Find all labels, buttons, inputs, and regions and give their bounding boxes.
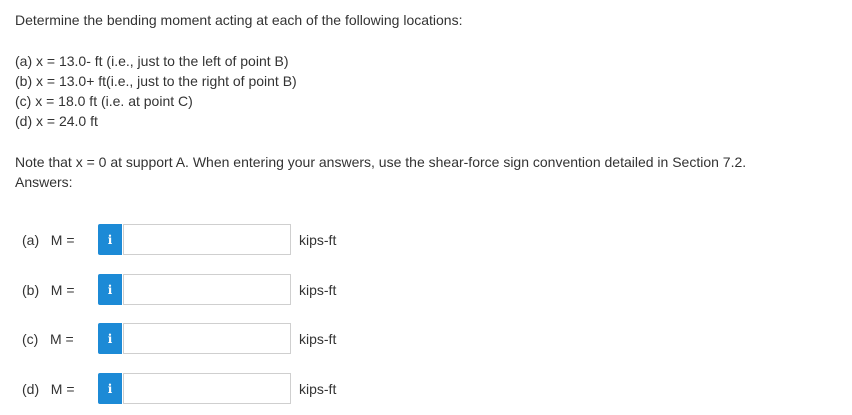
note-block: Note that x = 0 at support A. When enter… [15, 152, 835, 192]
answer-input-b[interactable] [123, 274, 291, 305]
location-d: (d) x = 24.0 ft [15, 113, 98, 129]
answer-row-d: (d) M = i kips-ft [0, 373, 852, 405]
location-b: (b) x = 13.0+ ft(i.e., just to the right… [15, 73, 297, 89]
unit-label-c: kips-ft [299, 331, 337, 347]
answers-heading: Answers: [15, 174, 73, 190]
answer-label-d: (d) M = [22, 381, 75, 397]
answer-row-b: (b) M = i kips-ft [0, 274, 852, 306]
location-a: (a) x = 13.0- ft (i.e., just to the left… [15, 53, 289, 69]
info-icon[interactable]: i [98, 323, 122, 354]
unit-label-a: kips-ft [299, 232, 337, 248]
info-icon[interactable]: i [98, 274, 122, 305]
answer-row-a: (a) M = i kips-ft [0, 224, 852, 256]
answer-input-c[interactable] [123, 323, 291, 354]
answer-input-a[interactable] [123, 224, 291, 255]
location-list: (a) x = 13.0- ft (i.e., just to the left… [15, 51, 835, 131]
answer-input-d[interactable] [123, 373, 291, 404]
info-icon[interactable]: i [98, 224, 122, 255]
unit-label-b: kips-ft [299, 282, 337, 298]
location-c: (c) x = 18.0 ft (i.e. at point C) [15, 93, 193, 109]
answer-label-b: (b) M = [22, 282, 75, 298]
sign-convention-note: Note that x = 0 at support A. When enter… [15, 154, 747, 170]
question-intro: Determine the bending moment acting at e… [15, 12, 463, 28]
unit-label-d: kips-ft [299, 381, 337, 397]
answer-label-a: (a) M = [22, 232, 75, 248]
answer-row-c: (c) M = i kips-ft [0, 323, 852, 355]
answer-label-c: (c) M = [22, 331, 74, 347]
info-icon[interactable]: i [98, 373, 122, 404]
question-text: Determine the bending moment acting at e… [15, 10, 835, 192]
